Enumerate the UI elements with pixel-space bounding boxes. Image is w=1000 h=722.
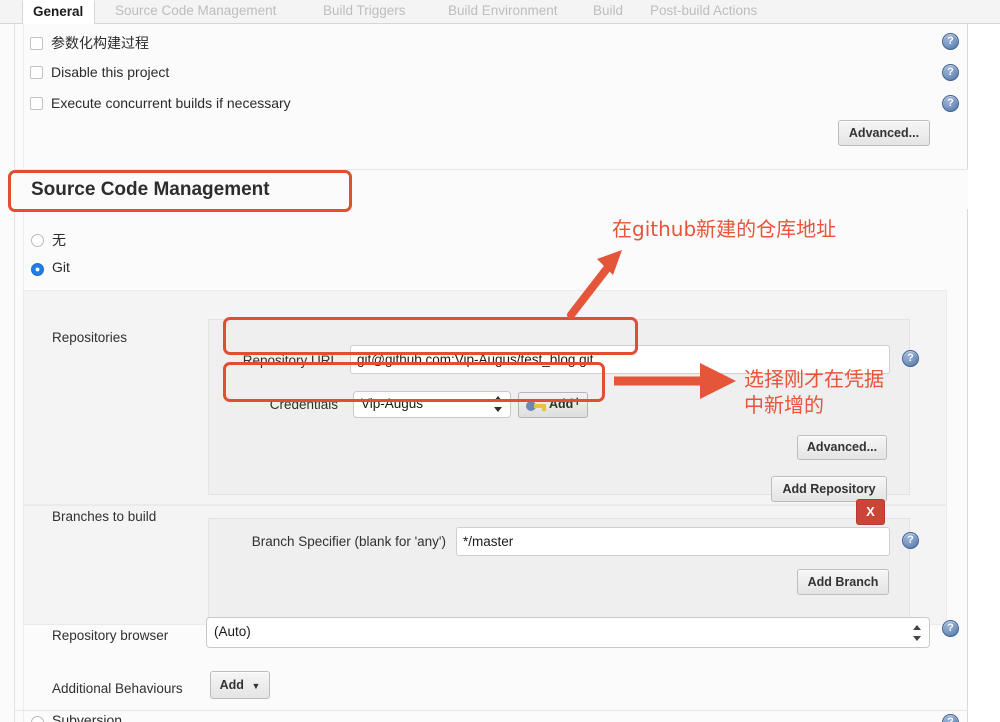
tab-build-environment[interactable]: Build Environment xyxy=(438,0,568,24)
credentials-label: Credentials xyxy=(210,397,338,412)
checkbox-concurrent-builds[interactable] xyxy=(30,97,43,110)
branch-specifier-label: Branch Specifier (blank for 'any') xyxy=(206,534,446,549)
form-left-rail xyxy=(14,24,15,722)
chevron-updown-icon-repository-browser xyxy=(913,625,922,641)
tab-build-triggers[interactable]: Build Triggers xyxy=(313,0,416,24)
radio-label-scm-git: Git xyxy=(52,259,70,275)
general-advanced-label: Advanced... xyxy=(849,126,919,140)
jenkins-config-screen: General Source Code Management Build Tri… xyxy=(0,0,1000,722)
checkbox-label-parameterized-build: 参数化构建过程 xyxy=(51,33,149,53)
add-branch-label: Add Branch xyxy=(808,575,879,589)
credentials-add-label: Add xyxy=(549,397,573,411)
help-icon-repository-browser[interactable]: ? xyxy=(942,620,959,637)
radio-scm-none[interactable] xyxy=(31,234,44,247)
delete-branch-label: X xyxy=(866,504,875,519)
repository-url-label: Repository URL xyxy=(210,353,338,368)
repository-browser-label: Repository browser xyxy=(52,628,168,643)
help-icon-branch-specifier[interactable]: ? xyxy=(902,532,919,549)
plus-icon: ✛ xyxy=(573,398,582,407)
additional-behaviours-add-label: Add xyxy=(220,678,244,692)
checkbox-label-concurrent-builds: Execute concurrent builds if necessary xyxy=(51,95,291,111)
checkbox-parameterized-build[interactable] xyxy=(30,37,43,50)
source-code-management-section-header: Source Code Management xyxy=(14,169,968,209)
chevron-down-icon-additional-behaviours: ▼ xyxy=(251,681,260,691)
checkbox-row-concurrent-builds[interactable]: Execute concurrent builds if necessary xyxy=(30,95,291,111)
delete-branch-button[interactable]: X xyxy=(856,499,885,525)
repositories-row-label: Repositories xyxy=(52,330,127,345)
repositories-advanced-button[interactable]: Advanced... xyxy=(797,435,887,460)
checkbox-row-disable-project[interactable]: Disable this project xyxy=(30,64,169,80)
tab-source-code-management-label: Source Code Management xyxy=(115,3,276,18)
help-icon-concurrent-builds[interactable]: ? xyxy=(942,95,959,112)
radio-label-scm-subversion: Subversion xyxy=(52,712,122,722)
annotation-text-credentials-line1: 选择刚才在凭据 xyxy=(744,366,884,392)
branch-specifier-input[interactable] xyxy=(456,527,890,556)
credentials-select[interactable]: Vip-Augus xyxy=(353,391,511,418)
radio-scm-git[interactable] xyxy=(31,263,44,276)
annotation-text-credentials-line2: 中新增的 xyxy=(744,392,824,418)
tab-source-code-management[interactable]: Source Code Management xyxy=(105,0,286,24)
credentials-selected-value: Vip-Augus xyxy=(361,396,423,411)
radio-label-scm-none: 无 xyxy=(52,230,66,250)
tab-build[interactable]: Build xyxy=(583,0,633,24)
checkbox-label-disable-project: Disable this project xyxy=(51,64,169,80)
checkbox-disable-project[interactable] xyxy=(30,66,43,79)
tab-post-build-actions[interactable]: Post-build Actions xyxy=(640,0,767,24)
additional-behaviours-label: Additional Behaviours xyxy=(52,681,183,696)
help-icon-disable-project[interactable]: ? xyxy=(942,64,959,81)
config-tab-bar: General Source Code Management Build Tri… xyxy=(0,0,1000,24)
add-branch-button[interactable]: Add Branch xyxy=(797,569,889,595)
key-icon xyxy=(526,401,546,411)
repository-browser-value: (Auto) xyxy=(214,624,251,639)
tab-build-triggers-label: Build Triggers xyxy=(323,3,406,18)
repository-browser-select[interactable]: (Auto) xyxy=(206,617,930,648)
tab-general-label: General xyxy=(33,4,83,19)
credentials-add-button[interactable]: Add ✛ xyxy=(518,392,588,418)
tab-general[interactable]: General xyxy=(22,0,95,25)
tab-build-label: Build xyxy=(593,3,623,18)
branches-to-build-label: Branches to build xyxy=(52,509,156,524)
annotation-text-repository-url: 在github新建的仓库地址 xyxy=(612,216,836,242)
checkbox-row-parameterized-build[interactable]: 参数化构建过程 xyxy=(30,33,149,53)
help-icon-parameterized-build[interactable]: ? xyxy=(942,33,959,50)
chevron-updown-icon-credentials xyxy=(494,396,503,412)
subversion-divider xyxy=(14,710,968,722)
tab-build-environment-label: Build Environment xyxy=(448,3,558,18)
add-repository-label: Add Repository xyxy=(782,482,875,496)
additional-behaviours-add-button[interactable]: Add ▼ xyxy=(210,671,270,699)
tab-post-build-actions-label: Post-build Actions xyxy=(650,3,757,18)
repositories-advanced-label: Advanced... xyxy=(807,440,877,454)
page-title-source-code-management: Source Code Management xyxy=(31,179,270,201)
general-advanced-button[interactable]: Advanced... xyxy=(838,120,930,146)
radio-scm-subversion[interactable] xyxy=(31,716,44,722)
help-icon-repository-url[interactable]: ? xyxy=(902,350,919,367)
